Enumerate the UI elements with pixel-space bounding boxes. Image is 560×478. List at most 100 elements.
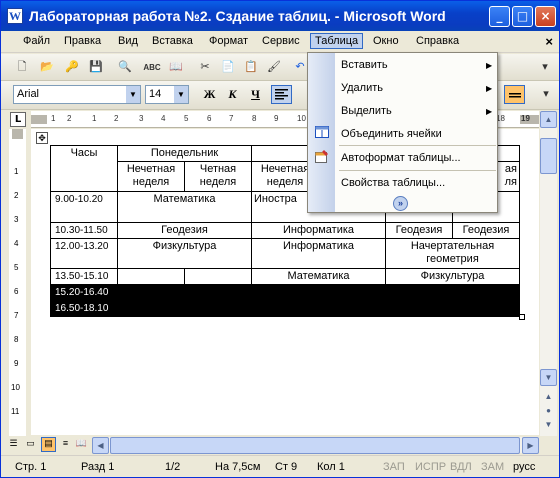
scroll-right-icon[interactable]: ▶ bbox=[522, 437, 539, 454]
spelling-icon[interactable]: ABC bbox=[143, 59, 161, 76]
status-overtype[interactable]: ЗАМ bbox=[481, 461, 504, 473]
horizontal-scrollbar[interactable]: ◀ ▶ bbox=[92, 437, 539, 454]
open-icon[interactable]: 📂 bbox=[38, 59, 56, 76]
table-cell-time[interactable]: 15.20-16.40 bbox=[50, 284, 118, 301]
table-cell[interactable] bbox=[385, 284, 453, 301]
research-icon[interactable]: 📖 bbox=[167, 59, 185, 76]
normal-view-icon[interactable]: ☰ bbox=[7, 438, 20, 451]
menu-item-insert[interactable]: Вставить bbox=[341, 59, 388, 71]
table-cell[interactable] bbox=[117, 300, 185, 317]
status-section[interactable]: Разд 1 bbox=[81, 461, 114, 473]
next-page-icon[interactable]: ▼ bbox=[540, 417, 557, 434]
status-line[interactable]: Ст 9 bbox=[275, 461, 297, 473]
table-cell-time[interactable]: 10.30-11.50 bbox=[50, 222, 118, 239]
tab-selector[interactable]: L bbox=[10, 112, 26, 127]
menu-help[interactable]: Справка bbox=[416, 35, 459, 47]
permission-icon[interactable]: 🔑 bbox=[63, 59, 81, 76]
table-cell[interactable] bbox=[452, 284, 520, 301]
word-app-icon[interactable]: W bbox=[7, 8, 23, 24]
table-cell[interactable] bbox=[452, 300, 520, 317]
save-icon[interactable]: 💾 bbox=[87, 59, 105, 76]
table-cell[interactable]: Информатика bbox=[251, 222, 386, 239]
table-cell[interactable]: Информатика bbox=[251, 238, 386, 269]
table-cell[interactable] bbox=[318, 300, 386, 317]
table-cell[interactable]: Геодезия bbox=[117, 222, 252, 239]
minimize-button[interactable]: _ bbox=[489, 6, 510, 27]
web-view-icon[interactable]: ▭ bbox=[24, 438, 37, 451]
table-cell-time[interactable]: 16.50-18.10 bbox=[50, 300, 118, 317]
status-pages[interactable]: 1/2 bbox=[165, 461, 180, 473]
table-cell[interactable] bbox=[251, 284, 319, 301]
scroll-up-icon[interactable]: ▲ bbox=[540, 111, 557, 128]
table-cell[interactable]: Геодезия bbox=[385, 222, 453, 239]
scroll-left-icon[interactable]: ◀ bbox=[92, 437, 109, 454]
bold-button[interactable]: Ж bbox=[199, 85, 220, 104]
table-cell[interactable] bbox=[385, 300, 453, 317]
table-cell[interactable]: Математика bbox=[117, 191, 252, 223]
menu-tools[interactable]: Сервис bbox=[262, 35, 300, 47]
new-icon[interactable]: 🗋 bbox=[13, 59, 31, 76]
table-cell[interactable]: Начертательная геометрия bbox=[385, 238, 520, 269]
menu-edit[interactable]: Правка bbox=[64, 35, 101, 47]
table-cell[interactable] bbox=[318, 284, 386, 301]
close-document-icon[interactable]: × bbox=[545, 34, 553, 49]
vertical-scrollbar[interactable]: ▲ ▼ ▲ ● ▼ bbox=[540, 111, 557, 436]
status-column[interactable]: Кол 1 bbox=[317, 461, 345, 473]
font-name-combo[interactable]: Arial ▼ bbox=[13, 85, 141, 104]
table-cell-time[interactable]: 13.50-15.10 bbox=[50, 268, 118, 285]
table-cell[interactable]: Физкультура bbox=[117, 238, 252, 269]
scroll-down-icon[interactable]: ▼ bbox=[540, 369, 557, 386]
table-cell[interactable] bbox=[184, 284, 252, 301]
cut-icon[interactable]: ✂ bbox=[196, 59, 214, 76]
menu-table[interactable]: Таблица bbox=[310, 33, 364, 49]
menu-item-select[interactable]: Выделить bbox=[341, 105, 392, 117]
table-cell-time[interactable]: 9.00-10.20 bbox=[50, 191, 118, 223]
table-cell[interactable] bbox=[117, 268, 185, 285]
horizontal-scroll-thumb[interactable] bbox=[110, 437, 520, 454]
highlight-icon[interactable] bbox=[504, 85, 525, 104]
scroll-thumb[interactable] bbox=[540, 138, 557, 174]
menu-file[interactable]: Файл bbox=[23, 35, 50, 47]
table-cell[interactable] bbox=[117, 284, 185, 301]
table-cell[interactable] bbox=[251, 300, 319, 317]
menu-item-delete[interactable]: Удалить bbox=[341, 82, 383, 94]
chevron-down-icon[interactable]: ▼ bbox=[174, 86, 188, 103]
table-cell[interactable]: Математика bbox=[251, 268, 386, 285]
status-position[interactable]: На 7,5см bbox=[215, 461, 260, 473]
toolbar-options-icon[interactable]: ▾ bbox=[536, 59, 554, 76]
table-cell[interactable]: Нечетная неделя bbox=[117, 161, 185, 192]
table-move-handle-icon[interactable]: ✥ bbox=[36, 132, 48, 144]
menu-item-table-properties[interactable]: Свойства таблицы... bbox=[341, 177, 445, 189]
table-cell-time[interactable]: 12.00-13.20 bbox=[50, 238, 118, 269]
reading-view-icon[interactable]: 📖 bbox=[75, 438, 88, 451]
table-cell[interactable]: Геодезия bbox=[452, 222, 520, 239]
italic-button[interactable]: К bbox=[222, 85, 243, 104]
status-track-changes[interactable]: ИСПР bbox=[415, 461, 446, 473]
underline-button[interactable]: Ч bbox=[245, 85, 266, 104]
maximize-button[interactable]: □ bbox=[512, 6, 533, 27]
menu-format[interactable]: Формат bbox=[209, 35, 248, 47]
paste-icon[interactable]: 📋 bbox=[242, 59, 260, 76]
table-cell[interactable]: Физкультура bbox=[385, 268, 520, 285]
table-cell[interactable]: Четная неделя bbox=[184, 161, 252, 192]
title-bar[interactable]: W Лабораторная работа №2. Сздание таблиц… bbox=[1, 1, 559, 31]
chevron-down-icon[interactable]: ▼ bbox=[126, 86, 140, 103]
table-cell-hours-header[interactable]: Часы bbox=[50, 145, 118, 192]
table-resize-handle[interactable] bbox=[519, 314, 525, 320]
status-record[interactable]: ЗАП bbox=[383, 461, 405, 473]
table-cell[interactable] bbox=[184, 300, 252, 317]
status-language[interactable]: русс bbox=[513, 461, 535, 473]
print-layout-view-icon[interactable]: ▤ bbox=[41, 437, 56, 452]
format-painter-icon[interactable]: 🖌 bbox=[265, 59, 283, 76]
menu-item-autoformat[interactable]: Автоформат таблицы... bbox=[341, 152, 461, 164]
vertical-ruler[interactable]: 1 2 3 4 5 6 7 8 9 10 11 bbox=[9, 129, 26, 436]
table-cell-monday[interactable]: Понедельник bbox=[117, 145, 252, 162]
toolbar-options-icon[interactable]: ▾ bbox=[537, 86, 555, 103]
outline-view-icon[interactable]: ≡ bbox=[59, 438, 72, 451]
table-cell[interactable] bbox=[184, 268, 252, 285]
align-left-icon[interactable] bbox=[271, 85, 292, 104]
font-size-combo[interactable]: 14 ▼ bbox=[145, 85, 189, 104]
expand-menu-icon[interactable]: » bbox=[393, 196, 408, 211]
menu-view[interactable]: Вид bbox=[118, 35, 138, 47]
menu-item-merge-cells[interactable]: Объединить ячейки bbox=[341, 128, 442, 140]
